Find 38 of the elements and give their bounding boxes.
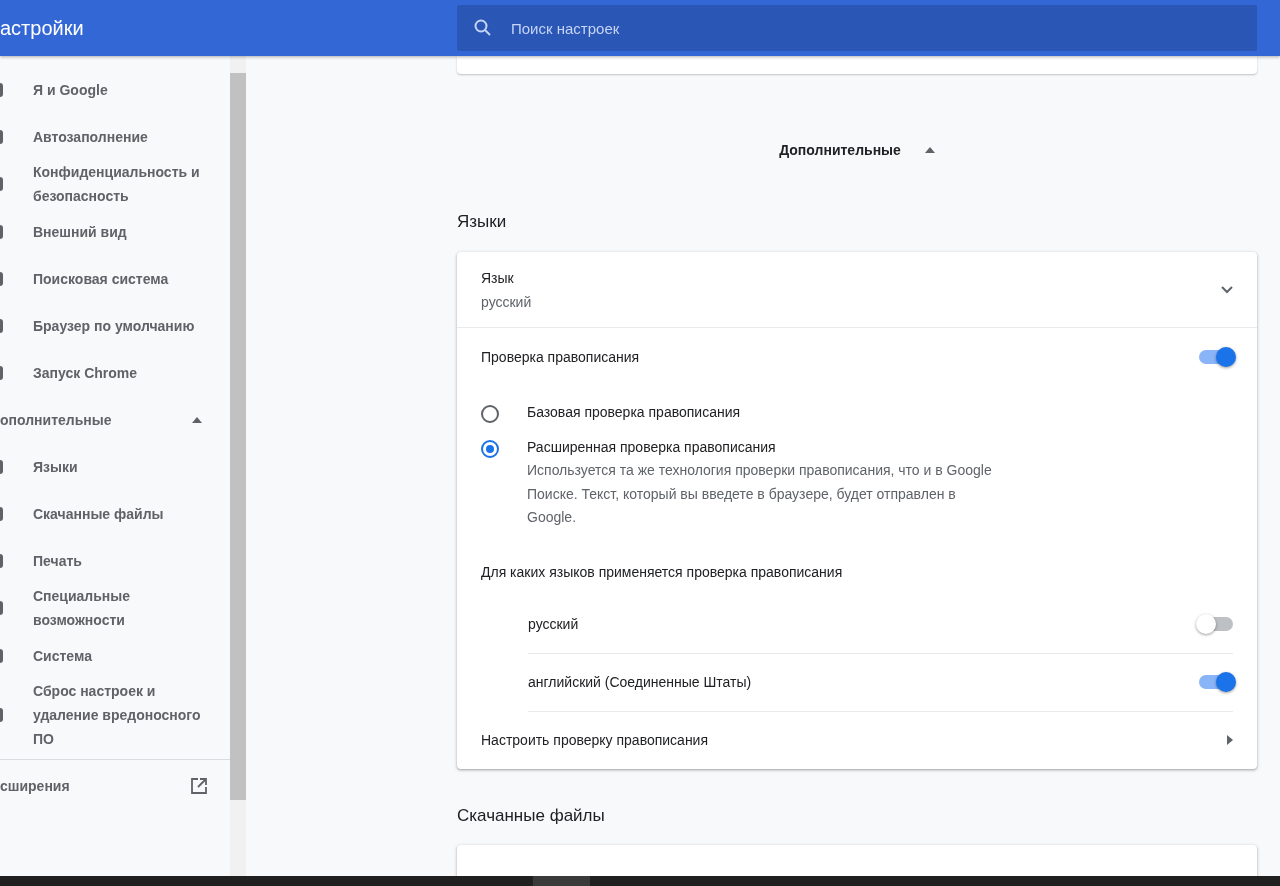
page-title: астройки <box>0 16 85 40</box>
search-field[interactable]: Поиск настроек <box>457 5 1257 51</box>
sidebar-item[interactable]: Внешний вид <box>0 208 230 255</box>
sidebar-item[interactable]: Конфиденциальность и безопасность <box>0 160 230 208</box>
advanced-section-toggle[interactable]: ополнительные <box>0 396 230 443</box>
sidebar-item[interactable]: Автозаполнение <box>0 113 230 160</box>
sidebar-item[interactable]: Браузер по умолчанию <box>0 302 230 349</box>
toggle-switch[interactable] <box>1199 350 1233 364</box>
radio-button[interactable] <box>481 440 499 458</box>
advanced-toggle[interactable]: Дополнительные <box>457 130 1257 170</box>
setting-label: Проверка правописания <box>481 349 640 365</box>
expand-chevron-icon[interactable] <box>1221 285 1233 294</box>
radio-button[interactable] <box>481 405 499 423</box>
sidebar-item[interactable]: Скачанные файлы <box>0 490 230 537</box>
option-label: Расширенная проверка правописания <box>527 439 777 455</box>
language-label: английский (Соединенные Штаты) <box>528 674 752 690</box>
language-label: русский <box>528 616 579 632</box>
section-heading: Языки <box>457 212 508 232</box>
subheading: Для каких языков применяется проверка правописания <box>480 562 844 582</box>
sidebar-item[interactable]: Я и Google <box>0 66 230 113</box>
toggle-switch[interactable] <box>1199 675 1233 689</box>
sidebar-item[interactable]: Поисковая система <box>0 255 230 302</box>
sidebar-item[interactable]: Сброс настроек и удаление вредоносного ПО <box>0 679 230 751</box>
sidebar-item[interactable]: Специальные возможности <box>0 584 230 632</box>
external-link-icon <box>190 777 208 795</box>
section-heading: Скачанные файлы <box>457 805 606 826</box>
sidebar-item[interactable]: Печать <box>0 537 230 584</box>
sidebar-item[interactable]: Запуск Chrome <box>0 349 230 396</box>
toggle-switch[interactable] <box>1199 617 1233 631</box>
option-label: Базовая проверка правописания <box>527 404 741 420</box>
option-description: Используется та же технология проверки правописания, что и в Google Поиске. Текст, который вы введете в браузере, будет отправлен в Google. <box>527 461 993 527</box>
customize-spellcheck-row[interactable]: Настроить проверку правописания <box>457 711 1257 769</box>
sidebar-item[interactable]: Языки <box>0 443 230 490</box>
arrow-right-icon <box>1227 735 1233 745</box>
extensions-link[interactable]: сширения <box>0 766 230 806</box>
setting-value: русский <box>481 292 532 312</box>
sidebar-item[interactable]: Система <box>0 632 230 679</box>
setting-label: Язык <box>481 268 515 288</box>
